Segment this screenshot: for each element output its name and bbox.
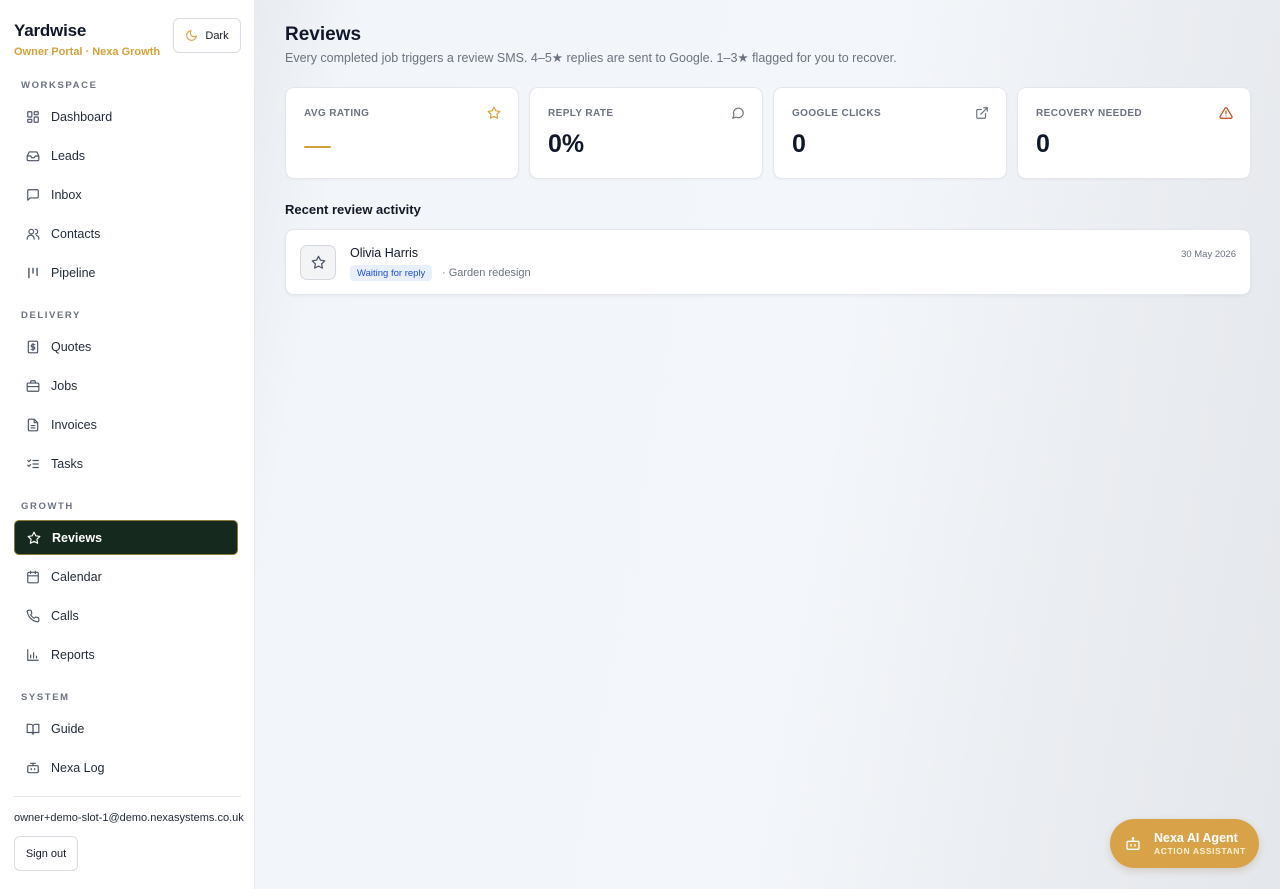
- sidebar-item-label: Reviews: [52, 530, 103, 545]
- stat-label: REPLY RATE: [548, 108, 614, 119]
- service-name: · Garden redesign: [442, 267, 531, 279]
- file-text-icon: [27, 418, 39, 431]
- bot-icon: [1126, 836, 1140, 850]
- sidebar-item-jobs[interactable]: Jobs: [14, 368, 238, 403]
- phone-icon: [26, 609, 40, 622]
- stat-value: 0: [1036, 130, 1050, 158]
- chat-bubble-icon: [27, 188, 39, 201]
- sidebar-item-quotes[interactable]: Quotes: [14, 329, 238, 364]
- sidebar-item-label: Invoices: [51, 417, 97, 432]
- sidebar-item-contacts[interactable]: Contacts: [14, 216, 238, 251]
- sidebar-item-reports[interactable]: Reports: [14, 637, 238, 672]
- sidebar-item-label: Pipeline: [51, 265, 96, 280]
- main-content: Reviews Every completed job triggers a r…: [255, 0, 1280, 889]
- sidebar-item-reviews[interactable]: Reviews: [14, 520, 238, 555]
- sidebar-item-calendar[interactable]: Calendar: [14, 559, 238, 594]
- agent-text: Nexa AI Agent ACTION ASSISTANT: [1154, 831, 1246, 857]
- stat-card-google-clicks: GOOGLE CLICKS 0: [773, 87, 1007, 179]
- checklist-icon: [27, 458, 39, 468]
- theme-toggle-label: Dark: [205, 29, 229, 42]
- sidebar-item-label: Guide: [51, 721, 85, 736]
- customer-name: Olivia Harris: [350, 246, 419, 260]
- pipeline-icon: [28, 267, 38, 278]
- sidebar-item-invoices[interactable]: Invoices: [14, 407, 238, 442]
- page-title: Reviews: [285, 24, 362, 45]
- brand: Yardwise Owner Portal · Nexa Growth: [14, 21, 160, 58]
- sidebar-item-dashboard[interactable]: Dashboard: [14, 99, 238, 134]
- stat-value: 0%: [548, 130, 585, 158]
- sign-out-button[interactable]: Sign out: [14, 836, 78, 871]
- nexa-agent-button[interactable]: Nexa AI Agent ACTION ASSISTANT: [1110, 819, 1259, 868]
- sidebar-item-guide[interactable]: Guide: [14, 711, 238, 746]
- users-icon: [26, 228, 40, 240]
- star-icon: [27, 531, 41, 544]
- sidebar-item-calls[interactable]: Calls: [14, 598, 238, 633]
- sidebar-item-label: Contacts: [51, 226, 101, 241]
- section-label-growth: GROWTH: [21, 501, 74, 512]
- section-label-workspace: WORKSPACE: [21, 80, 98, 91]
- sidebar-item-label: Tasks: [51, 456, 83, 471]
- warning-icon: [1219, 107, 1233, 119]
- sidebar-item-label: Calendar: [51, 569, 102, 584]
- bot-icon: [27, 762, 39, 773]
- activity-date: 30 May 2026: [1181, 249, 1236, 260]
- moon-icon: [186, 30, 198, 41]
- agent-title: Nexa AI Agent: [1154, 830, 1238, 845]
- stat-label: AVG RATING: [304, 108, 370, 119]
- review-avatar: [300, 245, 336, 280]
- agent-subtitle: ACTION ASSISTANT: [1154, 845, 1246, 856]
- sidebar-item-pipeline[interactable]: Pipeline: [14, 255, 238, 290]
- sidebar-item-label: Inbox: [51, 187, 82, 202]
- list-item[interactable]: Olivia Harris Waiting for reply · Garden…: [285, 229, 1251, 295]
- status-badge: Waiting for reply: [350, 265, 433, 281]
- calendar-icon: [27, 570, 39, 583]
- chat-bubble-icon: [732, 107, 744, 119]
- sidebar-item-label: Leads: [51, 148, 86, 163]
- user-email: owner+demo-slot-1@demo.nexasystems.co.uk: [14, 812, 244, 824]
- bar-chart-icon: [27, 648, 39, 661]
- stat-card-recovery-needed: RECOVERY NEEDED 0: [1017, 87, 1251, 179]
- theme-toggle-button[interactable]: Dark: [173, 18, 241, 53]
- stat-card-avg-rating: AVG RATING: [285, 87, 519, 179]
- dashboard-icon: [27, 110, 39, 123]
- section-label-system: SYSTEM: [21, 692, 70, 703]
- activity-heading: Recent review activity: [285, 202, 421, 217]
- sidebar-item-label: Dashboard: [51, 109, 113, 124]
- sidebar-item-label: Jobs: [51, 378, 78, 393]
- sidebar-item-nexa-log[interactable]: Nexa Log: [14, 750, 238, 785]
- stat-label: RECOVERY NEEDED: [1036, 108, 1143, 119]
- sidebar-item-tasks[interactable]: Tasks: [14, 446, 238, 481]
- sidebar: Yardwise Owner Portal · Nexa Growth Dark…: [0, 0, 255, 889]
- star-icon: [487, 106, 501, 119]
- briefcase-icon: [26, 379, 40, 392]
- sidebar-item-label: Reports: [51, 647, 95, 662]
- section-label-delivery: DELIVERY: [21, 310, 81, 321]
- brand-subtitle: Owner Portal · Nexa Growth: [14, 46, 161, 58]
- star-icon: [311, 255, 325, 269]
- external-link-icon: [976, 107, 988, 119]
- stat-card-reply-rate: REPLY RATE 0%: [529, 87, 763, 179]
- sidebar-item-label: Quotes: [51, 339, 92, 354]
- dollar-doc-icon: [27, 340, 39, 353]
- stat-value: 0: [792, 130, 806, 158]
- inbox-tray-icon: [26, 150, 40, 161]
- page-subtitle: Every completed job triggers a review SM…: [285, 51, 897, 65]
- stat-label: GOOGLE CLICKS: [792, 108, 882, 119]
- sidebar-item-inbox[interactable]: Inbox: [14, 177, 238, 212]
- sidebar-item-label: Nexa Log: [51, 760, 105, 775]
- brand-name: Yardwise: [14, 21, 87, 40]
- book-icon: [26, 723, 40, 735]
- sidebar-item-label: Calls: [51, 608, 79, 623]
- sidebar-item-leads[interactable]: Leads: [14, 138, 238, 173]
- empty-value-dash: [304, 146, 331, 148]
- sidebar-divider: [14, 796, 241, 797]
